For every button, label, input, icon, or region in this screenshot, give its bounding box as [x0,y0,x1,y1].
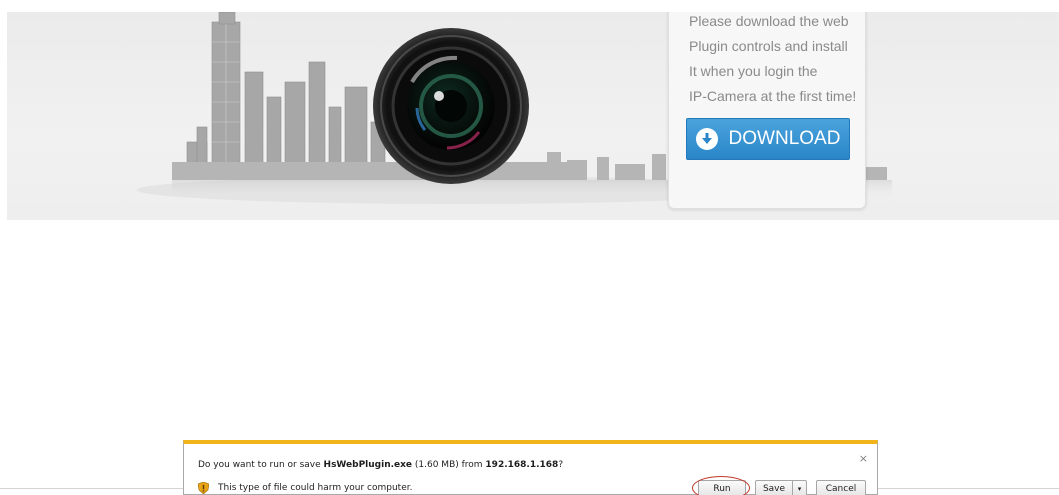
question-prefix: Do you want to run or save [198,460,324,470]
shield-warning-icon [198,482,209,494]
hero-banner: Please download the web Plugin controls … [7,12,1059,220]
close-icon[interactable]: × [859,452,868,465]
arrow-down-circle-icon [695,128,718,150]
instruction-line: It when you login the [689,63,818,79]
warning-text: This type of file could harm your comput… [218,483,413,493]
browser-page: Please download the web Plugin controls … [0,0,1059,495]
instruction-line: IP-Camera at the first time! [689,88,857,104]
instruction-line: Please download the web [689,13,849,29]
city-skyline-camera-lens-image [137,12,892,204]
file-name: HsWebPlugin.exe [323,460,413,470]
download-button[interactable]: DOWNLOAD [686,118,850,160]
plugin-info-panel: Please download the web Plugin controls … [668,12,866,209]
download-label: DOWNLOAD [728,128,841,149]
save-button[interactable]: Save [755,480,793,495]
cancel-button[interactable]: Cancel [816,480,866,495]
download-notification-bar: Do you want to run or save HsWebPlugin.e… [183,440,878,495]
chevron-down-icon: ▾ [797,485,802,493]
download-question: Do you want to run or save HsWebPlugin.e… [198,460,563,470]
run-button[interactable]: Run [698,480,746,495]
download-host: 192.168.1.168 [485,460,559,470]
question-suffix: ? [558,460,564,470]
warning-row: This type of file could harm your comput… [198,482,412,494]
instruction-line: Plugin controls and install [689,38,848,54]
save-dropdown-button[interactable]: ▾ [792,480,807,495]
top-strip [0,0,1059,12]
plugin-instructions: Please download the web Plugin controls … [689,12,864,109]
file-size: (1.60 MB) from [412,460,486,470]
